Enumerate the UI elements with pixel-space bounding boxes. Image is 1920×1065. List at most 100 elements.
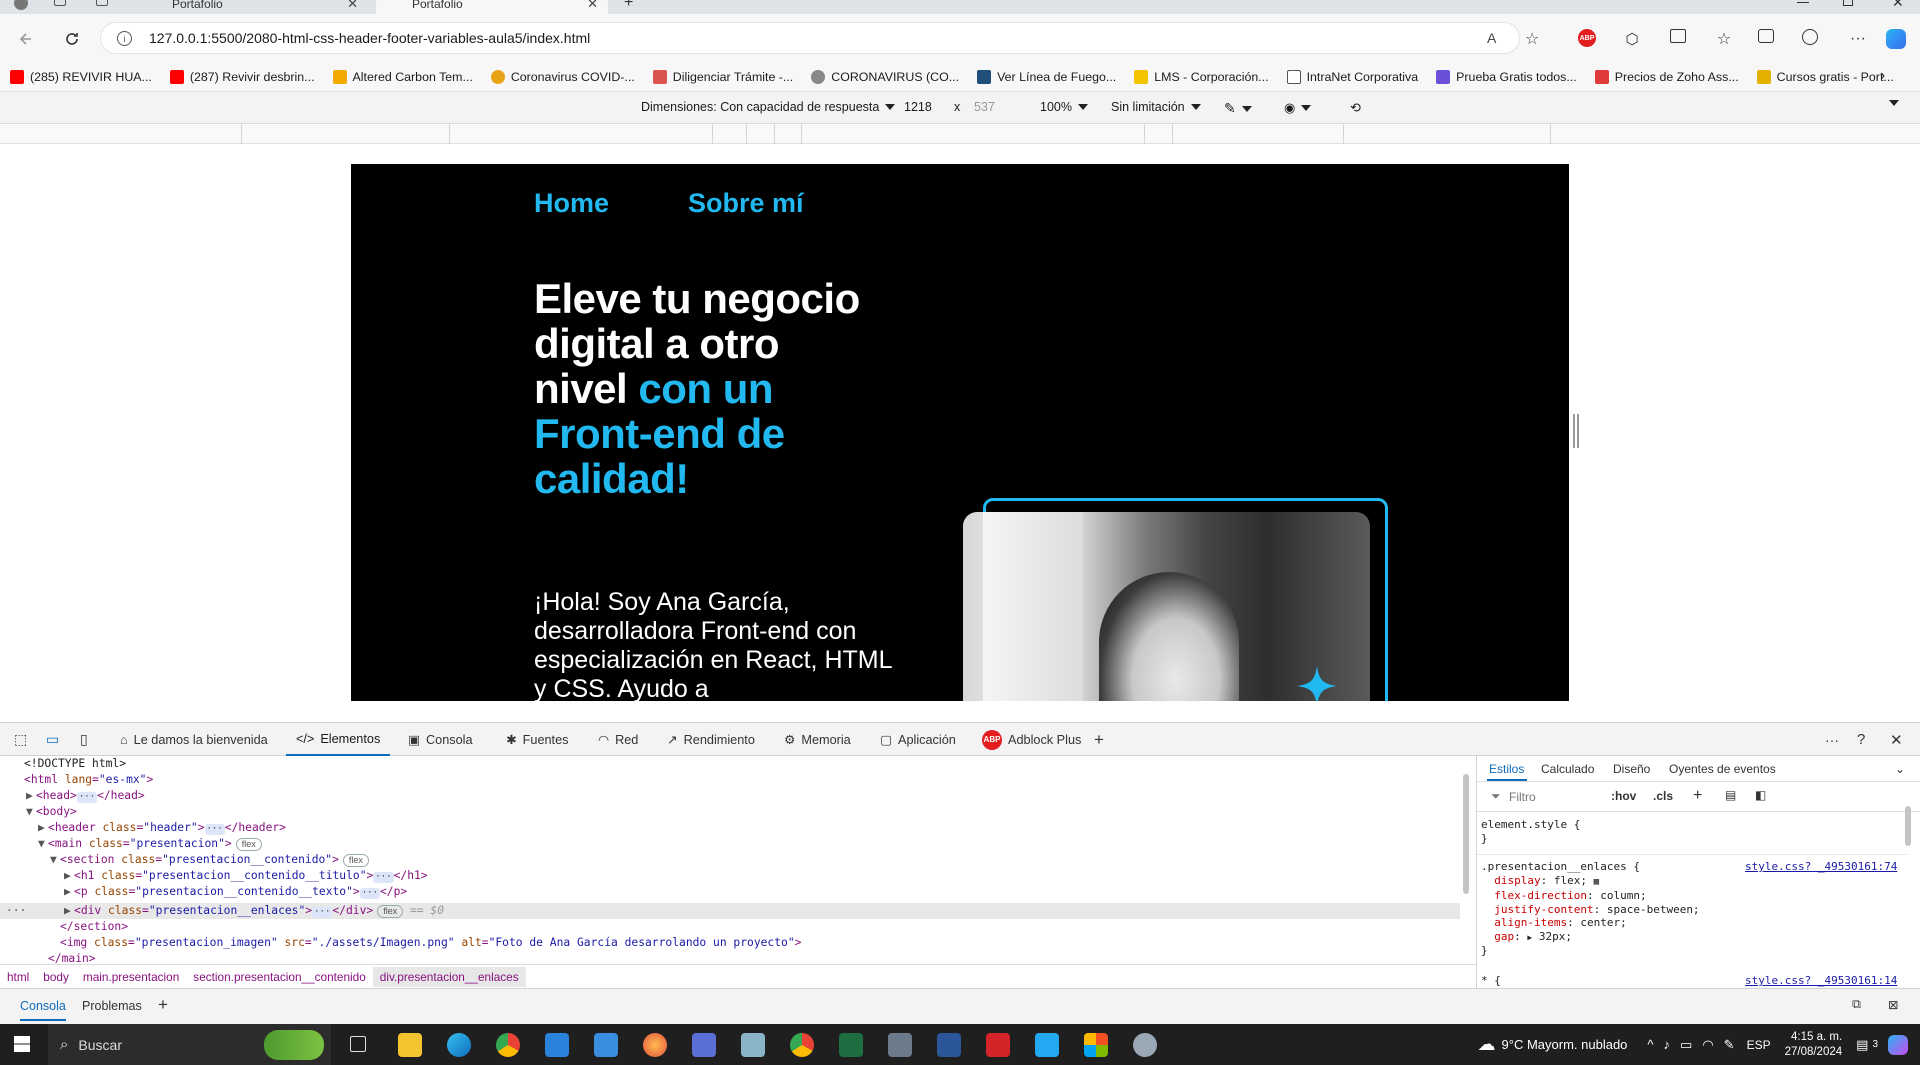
collapsed-ellipsis[interactable]: ··· <box>373 872 394 883</box>
favorite-link[interactable]: Precios de Zoho Ass... <box>1594 69 1739 84</box>
chrome-profile-icon[interactable] <box>790 1033 814 1057</box>
expand-arrow-icon[interactable]: ▶ <box>1527 933 1532 942</box>
hov-toggle[interactable]: :hov <box>1611 789 1636 803</box>
favorite-link[interactable]: Cursos gratis - Port... <box>1756 69 1894 84</box>
browser-tab-active[interactable]: Portafolio ✕ <box>376 0 608 14</box>
drawer-tab-issues[interactable]: Problemas <box>82 999 142 1013</box>
minimize-icon[interactable] <box>1797 2 1809 3</box>
excel-icon[interactable] <box>839 1033 863 1057</box>
css-value[interactable]: space-between; <box>1607 903 1700 916</box>
ruler-segment[interactable] <box>746 124 747 144</box>
tab-application[interactable]: ▢ Aplicación <box>880 723 956 756</box>
more-menu-icon[interactable]: ··· <box>1848 29 1868 49</box>
dom-node-section[interactable]: ▼ <section class="presentacion__contenido… <box>50 852 369 868</box>
help-icon[interactable]: ? <box>1857 723 1865 756</box>
vision-menu[interactable]: ◉ <box>1284 100 1312 116</box>
favorite-link[interactable]: IntraNet Corporativa <box>1286 69 1418 84</box>
breadcrumb-item[interactable]: html <box>0 967 36 987</box>
rule-source-link[interactable]: style.css? _49530161:74 <box>1745 860 1897 874</box>
add-tab-icon[interactable]: + <box>1094 723 1104 756</box>
css-value[interactable]: 32px; <box>1539 930 1572 943</box>
chevron-right-icon[interactable]: › <box>1880 67 1885 85</box>
tab-adblock[interactable]: ABP Adblock Plus <box>982 723 1081 756</box>
favorite-link[interactable]: CORONAVIRUS (CO... <box>811 69 959 84</box>
collapse-arrow-icon[interactable]: ▼ <box>50 852 60 868</box>
tab-computed[interactable]: Calculado <box>1541 762 1594 776</box>
close-window-icon[interactable]: ✕ <box>1892 0 1904 11</box>
css-value[interactable]: column; <box>1600 889 1646 902</box>
paint-icon[interactable]: ▤ <box>1725 788 1736 802</box>
device-emulation-icon[interactable]: ▭ <box>46 723 59 756</box>
drawer-add-icon[interactable]: + <box>158 995 168 1015</box>
favorite-link[interactable]: Prueba Gratis todos... <box>1436 69 1577 84</box>
undock-drawer-icon[interactable]: ⧉ <box>1852 997 1861 1012</box>
collapse-arrow-icon[interactable]: ▼ <box>38 836 48 852</box>
collapsed-ellipsis[interactable]: ··· <box>76 792 98 803</box>
width-input[interactable]: 1218 <box>904 100 932 114</box>
css-property[interactable]: align-items <box>1494 916 1567 929</box>
chrome-icon[interactable] <box>496 1033 520 1057</box>
collapsed-ellipsis[interactable]: ··· <box>359 888 380 899</box>
flex-badge[interactable]: flex <box>377 905 404 918</box>
app-icon[interactable] <box>741 1033 765 1057</box>
tab-event-listeners[interactable]: Oyentes de eventos <box>1669 762 1776 776</box>
app-icon[interactable] <box>1133 1033 1157 1057</box>
nav-link-about[interactable]: Sobre mí <box>688 188 804 219</box>
expand-arrow-icon[interactable]: ▶ <box>64 884 74 900</box>
dom-node-section-close[interactable]: </section> <box>60 919 128 935</box>
profile-icon[interactable] <box>14 0 28 10</box>
tab-close-icon[interactable]: ✕ <box>347 0 358 12</box>
ruler-segment[interactable] <box>241 124 242 144</box>
network-icon[interactable]: ◠ <box>1702 1037 1713 1053</box>
split-screen-icon[interactable] <box>1670 29 1686 43</box>
css-property[interactable]: flex-direction <box>1494 889 1587 902</box>
dimensions-select[interactable]: Dimensiones: Con capacidad de respuesta <box>641 100 896 114</box>
speaker-icon[interactable]: ♪ <box>1664 1037 1671 1052</box>
tab-styles[interactable]: Estilos <box>1489 762 1524 776</box>
favorites-icon[interactable]: ☆ <box>1714 29 1734 49</box>
windows-start-icon[interactable] <box>14 1036 30 1052</box>
universal-rule[interactable]: * { style.css? _49530161:14 <box>1481 974 1901 987</box>
css-property[interactable]: display <box>1494 874 1540 887</box>
media-query-ruler[interactable] <box>0 124 1920 144</box>
new-tab-button[interactable]: + <box>624 0 633 12</box>
css-value[interactable]: center; <box>1580 916 1626 929</box>
flex-badge[interactable]: flex <box>342 854 369 867</box>
taskbar-search[interactable]: ⌕ Buscar <box>48 1024 331 1065</box>
collapsed-ellipsis[interactable]: ··· <box>204 824 225 835</box>
ruler-segment[interactable] <box>712 124 713 144</box>
flex-badge[interactable]: flex <box>235 838 262 851</box>
css-value[interactable]: flex; <box>1554 874 1587 887</box>
dom-node-doctype[interactable]: <!DOCTYPE html> <box>24 756 126 772</box>
tab-elements[interactable]: </> Elementos <box>286 723 391 756</box>
dom-node-main[interactable]: ▼ <main class="presentacion"> flex <box>38 836 262 852</box>
collapse-arrow-icon[interactable]: ▼ <box>26 804 36 820</box>
dom-node-h1[interactable]: ▶ <h1 class="presentacion__contenido__tit… <box>64 868 428 884</box>
pen-icon[interactable]: ✎ <box>1724 1037 1735 1053</box>
filter-input[interactable]: Filtro <box>1509 790 1536 804</box>
dom-node-head[interactable]: ▶ <head> ··· </head> <box>26 788 145 804</box>
favorite-link[interactable]: (287) Revivir desbrin... <box>169 69 315 84</box>
vertical-tabs-icon[interactable] <box>96 0 108 6</box>
word-icon[interactable] <box>937 1033 961 1057</box>
language-indicator[interactable]: ESP <box>1747 1038 1771 1052</box>
ruler-segment[interactable] <box>774 124 775 144</box>
tab-network[interactable]: ◠ Red <box>598 723 638 756</box>
height-input[interactable]: 537 <box>974 100 995 114</box>
tab-welcome[interactable]: ⌂ Le damos la bienvenida <box>120 723 268 756</box>
tab-memory[interactable]: ⚙ Memoria <box>784 723 851 756</box>
nav-link-home[interactable]: Home <box>534 188 609 219</box>
mail-icon[interactable] <box>594 1033 618 1057</box>
maximize-icon[interactable] <box>1843 0 1853 6</box>
tab-layout[interactable]: Diseño <box>1613 762 1650 776</box>
css-property[interactable]: gap <box>1494 930 1514 943</box>
dom-node-header[interactable]: ▶ <header class="header"> ··· </header> <box>38 820 286 836</box>
rotate-icon[interactable]: ⟲ <box>1350 100 1361 116</box>
ruler-segment[interactable] <box>801 124 802 144</box>
css-rule[interactable]: .presentacion__enlaces { style.css? _495… <box>1481 860 1901 958</box>
dom-node-div-selected[interactable]: ▶ <div class="presentacion__enlaces"> ··· <… <box>64 903 444 919</box>
css-property[interactable]: justify-content <box>1494 903 1593 916</box>
battery-icon[interactable]: ▭ <box>1680 1037 1692 1053</box>
acrobat-icon[interactable] <box>986 1033 1010 1057</box>
favorite-link[interactable]: (285) REVIVIR HUA... <box>10 69 152 84</box>
